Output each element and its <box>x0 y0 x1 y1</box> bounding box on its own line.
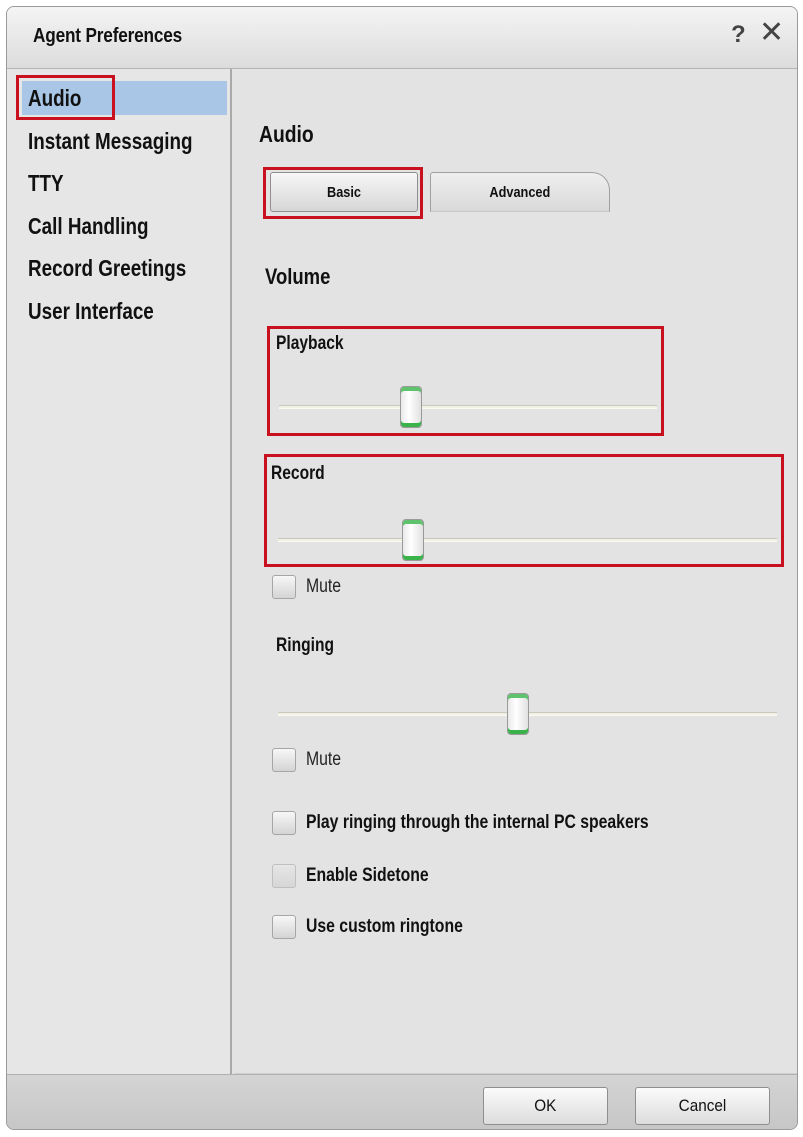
sidebar-item-user-interface[interactable]: User Interface <box>22 294 227 328</box>
window-title: Agent Preferences <box>33 25 183 47</box>
ringing-volume-slider[interactable] <box>278 693 777 735</box>
help-icon[interactable]: ? <box>731 21 746 49</box>
sidebar-item-call-handling[interactable]: Call Handling <box>22 209 227 243</box>
sidebar-item-label: Record Greetings <box>28 255 187 281</box>
checkbox-label: Mute <box>306 576 342 597</box>
audio-settings-panel: Audio Basic Advanced Volume Playback Rec… <box>234 69 797 1074</box>
slider-thumb[interactable] <box>506 693 529 735</box>
checkbox-label: Use custom ringtone <box>306 916 463 937</box>
checkbox-label: Play ringing through the internal PC spe… <box>306 812 649 833</box>
sidebar-item-label: TTY <box>28 170 64 196</box>
sidebar-item-record-greetings[interactable]: Record Greetings <box>22 251 227 285</box>
ringing-label: Ringing <box>276 635 334 656</box>
tab-advanced[interactable]: Advanced <box>430 172 610 212</box>
record-volume-slider[interactable] <box>278 519 777 561</box>
slider-thumb[interactable] <box>400 386 423 428</box>
close-icon[interactable]: ✕ <box>759 18 784 48</box>
play-ringing-pc-speakers-checkbox[interactable]: Play ringing through the internal PC spe… <box>272 811 762 839</box>
sidebar-item-audio[interactable]: Audio <box>16 75 227 120</box>
checkbox-box[interactable] <box>272 811 296 835</box>
playback-volume-slider[interactable] <box>279 386 657 428</box>
sidebar-item-label: Audio <box>28 85 82 111</box>
checkbox-box[interactable] <box>272 915 296 939</box>
checkbox-label: Enable Sidetone <box>306 865 429 886</box>
use-custom-ringtone-checkbox[interactable]: Use custom ringtone <box>272 915 552 943</box>
cancel-button[interactable]: Cancel <box>635 1087 770 1125</box>
sidebar-item-label: User Interface <box>28 298 154 324</box>
agent-preferences-dialog: Agent Preferences ? ✕ Audio Instant Mess… <box>6 6 798 1130</box>
ringing-mute-checkbox[interactable]: Mute <box>272 748 392 776</box>
sidebar-item-tty[interactable]: TTY <box>22 166 227 200</box>
volume-title: Volume <box>265 264 331 289</box>
section-title: Audio <box>259 121 314 147</box>
sidebar-item-instant-messaging[interactable]: Instant Messaging <box>22 124 227 158</box>
playback-label: Playback <box>276 333 344 354</box>
button-label: OK <box>534 1096 557 1115</box>
preferences-sidebar: Audio Instant Messaging TTY Call Handlin… <box>7 69 232 1074</box>
checkbox-box[interactable] <box>272 748 296 772</box>
slider-track <box>278 538 777 542</box>
checkbox-box[interactable] <box>272 864 296 888</box>
record-label: Record <box>271 463 325 484</box>
record-mute-checkbox[interactable]: Mute <box>272 575 392 603</box>
button-label: Cancel <box>678 1096 727 1115</box>
sidebar-item-label: Call Handling <box>28 213 149 239</box>
title-bar: Agent Preferences ? ✕ <box>7 7 797 69</box>
sidebar-item-label: Instant Messaging <box>28 128 193 154</box>
highlight-box <box>263 167 423 219</box>
slider-track <box>279 405 657 409</box>
checkbox-label: Mute <box>306 749 342 770</box>
slider-thumb[interactable] <box>401 519 424 561</box>
checkbox-box[interactable] <box>272 575 296 599</box>
enable-sidetone-checkbox[interactable]: Enable Sidetone <box>272 864 532 892</box>
dialog-footer: OK Cancel <box>7 1074 797 1129</box>
tab-label: Advanced <box>489 184 551 201</box>
ok-button[interactable]: OK <box>483 1087 608 1125</box>
